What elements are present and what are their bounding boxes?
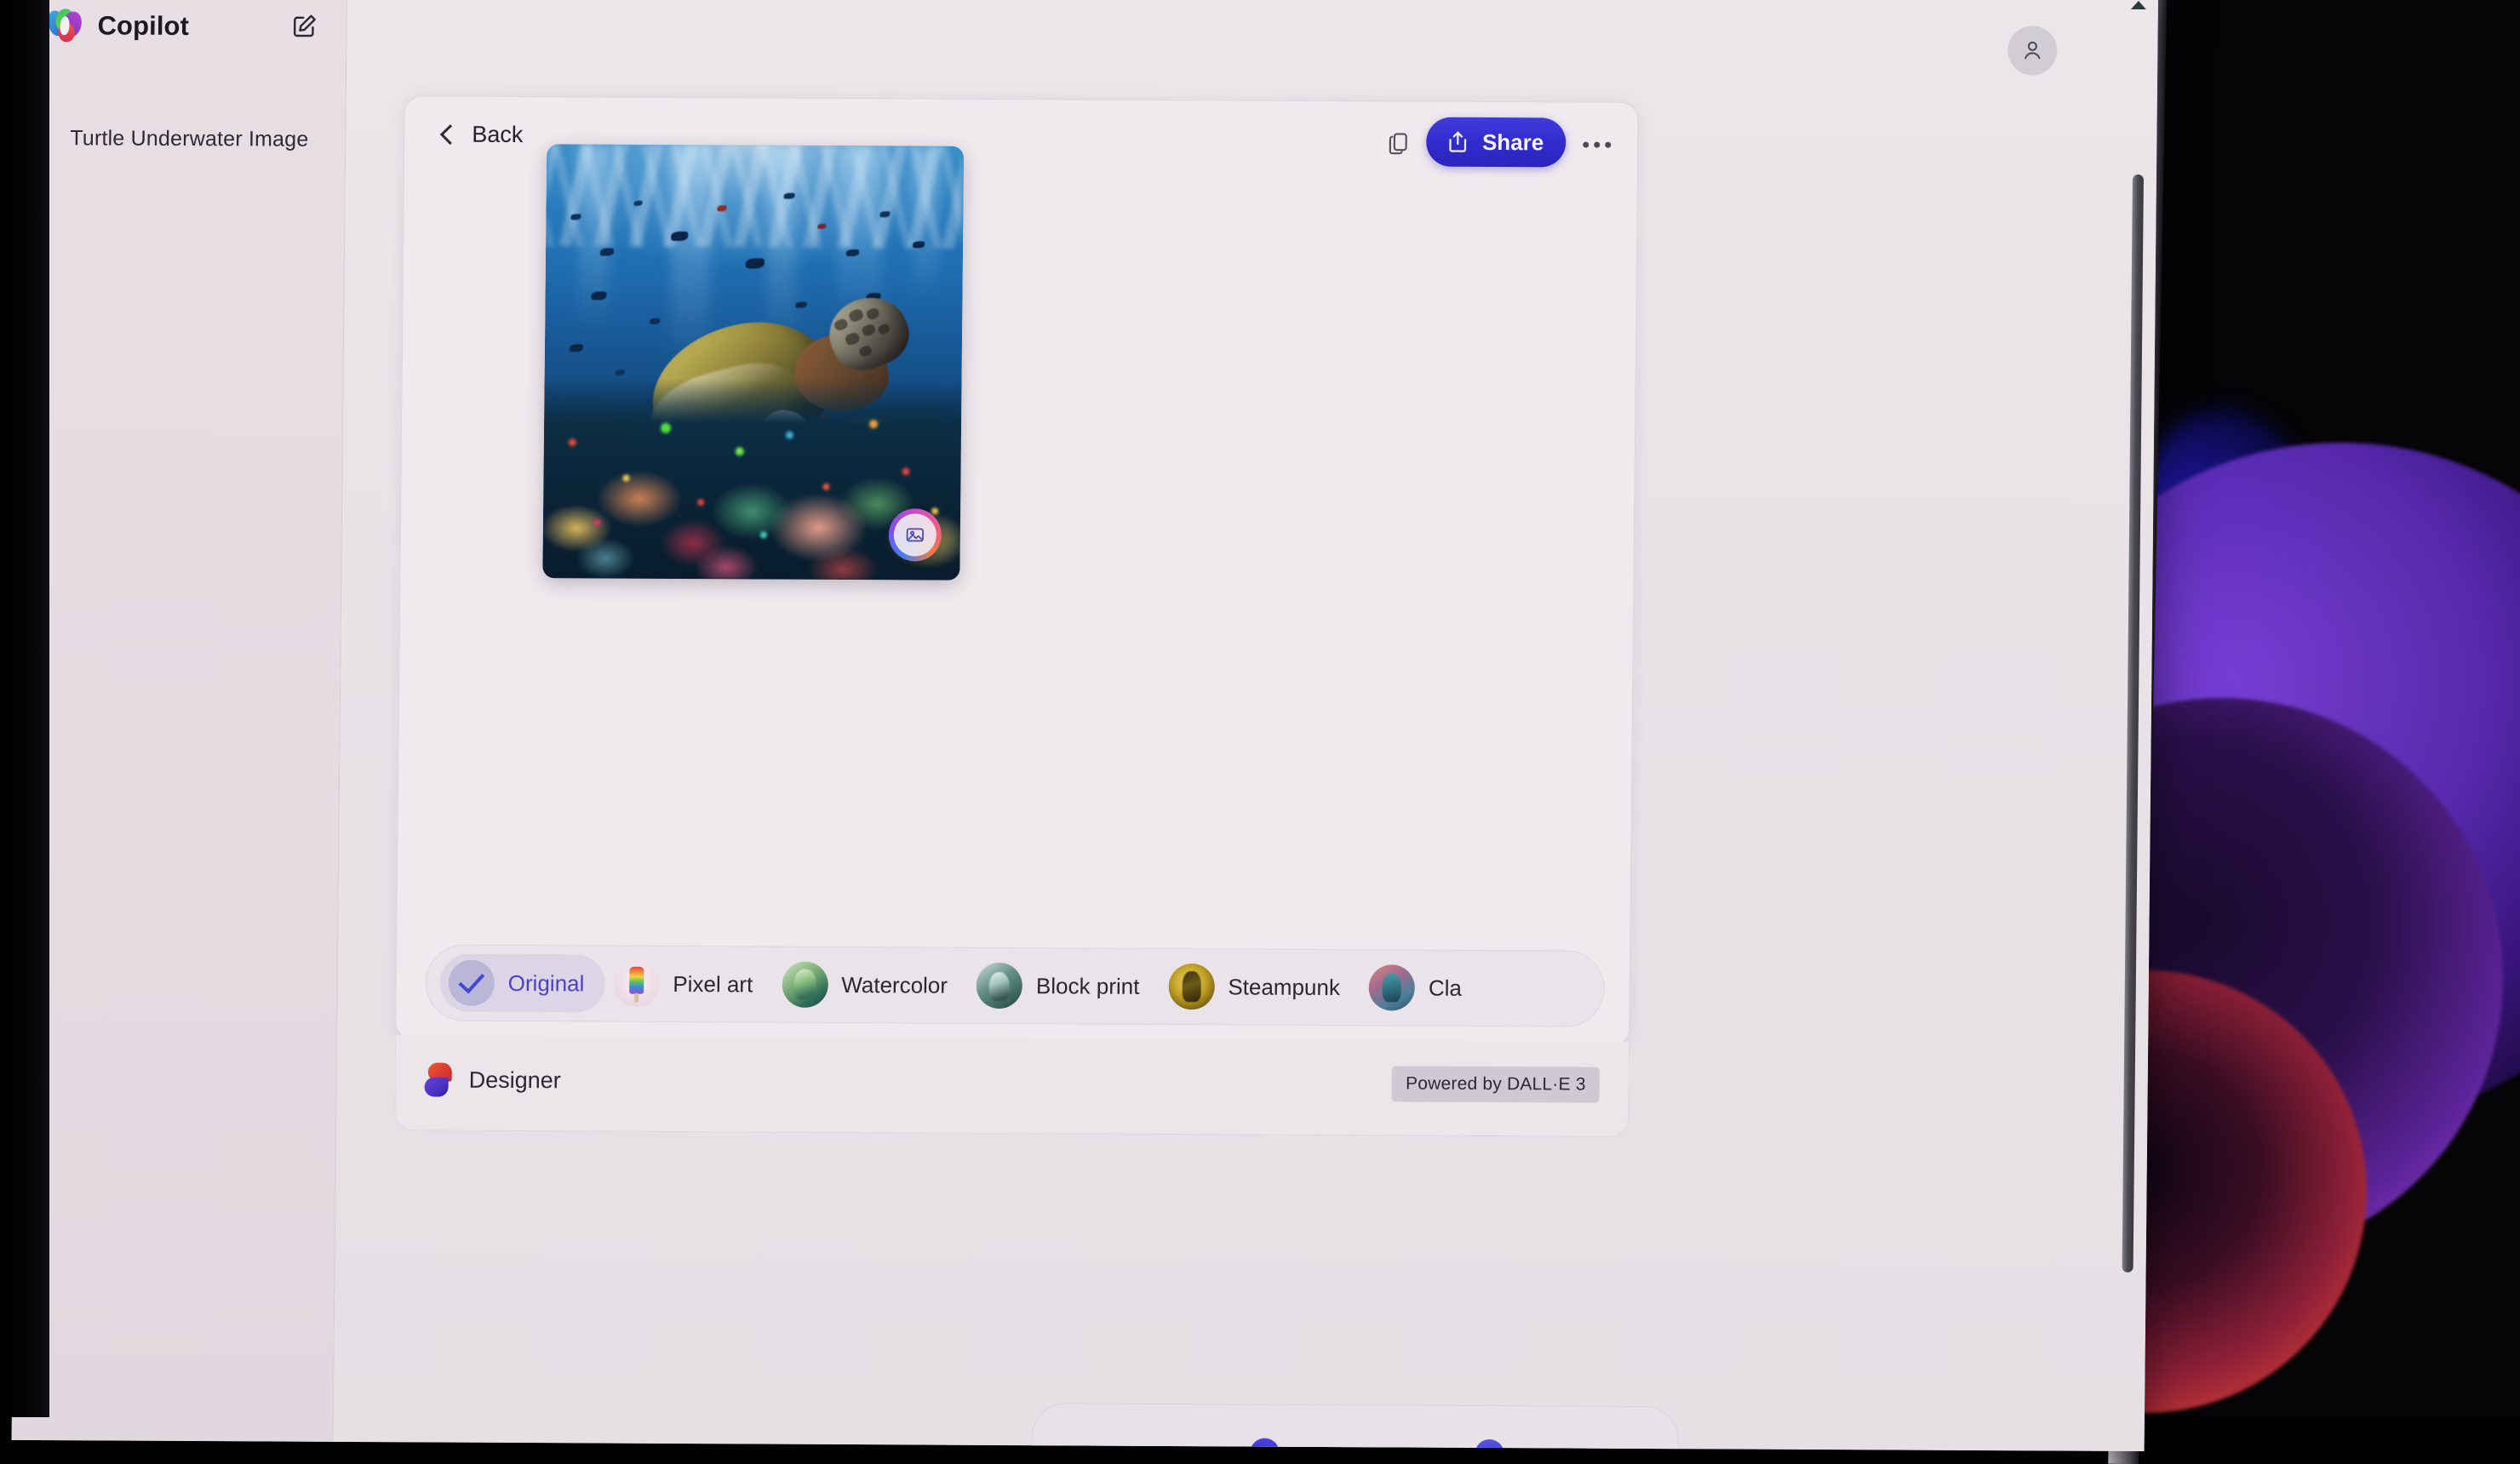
style-chip-label: Steampunk: [1228, 974, 1340, 1001]
fish: [817, 224, 826, 229]
block-print-thumb-icon: [976, 963, 1023, 1009]
sidebar: Copilot Turtle Underwater Image: [12, 0, 347, 1442]
copilot-logo: [48, 9, 83, 43]
back-button[interactable]: Back: [432, 116, 535, 155]
style-options-bar[interactable]: Original Pixel art Watercolor: [425, 944, 1605, 1027]
claymation-thumb-icon: [1369, 964, 1416, 1010]
scrollbar-thumb[interactable]: [2122, 174, 2144, 1272]
watercolor-thumb-icon: [782, 962, 828, 1008]
designer-label: Designer: [469, 1067, 561, 1094]
fish: [571, 214, 581, 220]
composer-action-icon[interactable]: [1475, 1439, 1503, 1451]
fish: [570, 344, 583, 352]
compose-new-chat-icon[interactable]: [284, 7, 324, 46]
main-content-pane: Back Share: [334, 0, 2158, 1451]
image-result-card: Back Share: [395, 95, 1639, 1047]
fish: [671, 232, 688, 241]
style-chip-watercolor[interactable]: Watercolor: [773, 956, 968, 1015]
style-chip-label: Cla: [1429, 975, 1462, 1001]
style-chip-claymation[interactable]: Cla: [1360, 958, 1483, 1017]
designer-brand[interactable]: Designer: [424, 1062, 560, 1097]
composer-action-icon[interactable]: [1250, 1438, 1279, 1451]
style-chip-label: Watercolor: [841, 972, 948, 999]
generated-image[interactable]: [542, 144, 964, 580]
chat-composer-peek[interactable]: [1031, 1403, 1679, 1451]
designer-logo: [424, 1062, 455, 1096]
app-title: Copilot: [97, 10, 189, 42]
share-icon: [1445, 129, 1470, 155]
fish: [879, 211, 890, 217]
style-chip-label: Pixel art: [673, 970, 753, 997]
chevron-left-icon: [440, 124, 461, 145]
style-chip-original[interactable]: Original: [439, 954, 604, 1013]
steampunk-thumb-icon: [1168, 964, 1215, 1009]
style-chip-label: Original: [508, 969, 585, 996]
style-chip-steampunk[interactable]: Steampunk: [1160, 958, 1360, 1016]
share-button-label: Share: [1482, 129, 1544, 155]
light-shaft: [578, 144, 611, 399]
share-button[interactable]: Share: [1426, 117, 1566, 168]
style-chip-block-print[interactable]: Block print: [968, 957, 1160, 1015]
popsicle-thumb-icon: [613, 961, 660, 1007]
style-chip-pixel-art[interactable]: Pixel art: [604, 955, 774, 1014]
copilot-app-window: Copilot Turtle Underwater Image Back: [12, 0, 2158, 1451]
screen-left-edge: [0, 0, 49, 1417]
sidebar-conversation-title[interactable]: Turtle Underwater Image: [70, 126, 325, 152]
style-chip-label: Block print: [1036, 973, 1140, 1000]
person-account-icon[interactable]: [2007, 26, 2058, 75]
back-button-label: Back: [472, 122, 523, 148]
more-options-icon[interactable]: [1576, 127, 1617, 163]
card-footer: Designer Powered by DALL·E 3: [394, 1035, 1629, 1137]
fish: [746, 258, 765, 268]
image-variation-icon[interactable]: [889, 508, 942, 561]
dalle-powered-badge: Powered by DALL·E 3: [1392, 1066, 1600, 1102]
check-circle-icon: [449, 960, 495, 1006]
scroll-up-arrow-icon[interactable]: [2131, 1, 2146, 9]
copy-icon[interactable]: [1376, 120, 1420, 164]
fish: [600, 249, 614, 256]
windows-bloom-wallpaper: [2120, 443, 2520, 1417]
fish: [616, 370, 625, 375]
